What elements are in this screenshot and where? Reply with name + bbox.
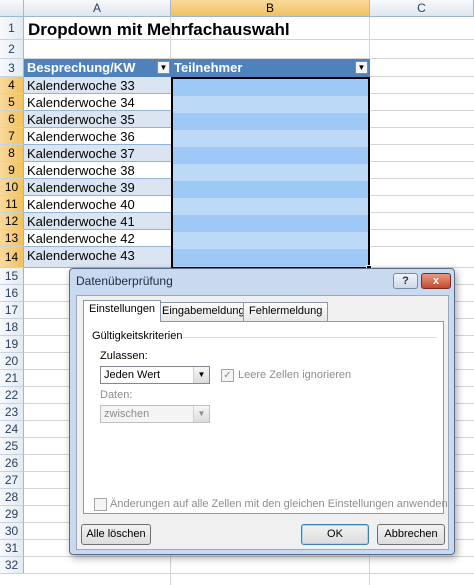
gridline-row [24, 556, 474, 557]
ok-button[interactable]: OK [301, 524, 369, 545]
week-cell[interactable]: Kalenderwoche 33 [24, 77, 171, 94]
week-cell[interactable]: Kalenderwoche 37 [24, 145, 171, 162]
dialog-body: Einstellungen Eingabemeldung Fehlermeldu… [76, 295, 449, 550]
week-cell[interactable]: Kalenderwoche 39 [24, 179, 171, 196]
row-header-15[interactable]: 15 [0, 268, 24, 285]
section-divider [182, 337, 437, 338]
selected-range-teilnehmer[interactable] [171, 77, 372, 271]
filter-dropdown-b[interactable]: ▼ [355, 61, 368, 74]
row-header-2[interactable]: 2 [0, 40, 24, 59]
column-header-c[interactable]: C [370, 0, 474, 17]
row-header-21[interactable]: 21 [0, 370, 24, 387]
row-header-19[interactable]: 19 [0, 336, 24, 353]
week-cell[interactable]: Kalenderwoche 41 [24, 213, 171, 230]
row-header-25[interactable]: 25 [0, 438, 24, 455]
row-header-9[interactable]: 9 [0, 162, 24, 179]
row-header-4[interactable]: 4 [0, 77, 24, 94]
close-button[interactable]: x [421, 273, 451, 289]
row-header-20[interactable]: 20 [0, 353, 24, 370]
select-all-corner[interactable] [0, 0, 24, 17]
allow-label: Zulassen: [100, 350, 148, 362]
row-header-28[interactable]: 28 [0, 489, 24, 506]
week-cell[interactable]: Kalenderwoche 43 [24, 247, 171, 268]
row-header-24[interactable]: 24 [0, 421, 24, 438]
row-header-31[interactable]: 31 [0, 540, 24, 557]
row-header-11[interactable]: 11 [0, 196, 24, 213]
row-header-17[interactable]: 17 [0, 302, 24, 319]
header-teilnehmer[interactable]: Teilnehmer [171, 59, 370, 77]
row-header-27[interactable]: 27 [0, 472, 24, 489]
header-besprechung-label: Besprechung/KW [27, 60, 136, 75]
row-header-8[interactable]: 8 [0, 145, 24, 162]
allow-select-value: Jeden Wert [104, 369, 161, 381]
allow-select[interactable]: Jeden Wert ▼ [100, 366, 210, 384]
row-header-22[interactable]: 22 [0, 387, 24, 404]
week-cell[interactable]: Kalenderwoche 35 [24, 111, 171, 128]
data-label: Daten: [100, 389, 133, 401]
settings-panel: Gültigkeitskriterien Zulassen: Jeden Wer… [83, 321, 448, 514]
row-header-30[interactable]: 30 [0, 523, 24, 540]
row-header-13[interactable]: 13 [0, 230, 24, 247]
triangle-down-icon: ▼ [159, 63, 168, 72]
sheet-title[interactable]: Dropdown mit Mehrfachauswahl [28, 20, 290, 40]
row-header-26[interactable]: 26 [0, 455, 24, 472]
row-header-18[interactable]: 18 [0, 319, 24, 336]
gridline-row [24, 573, 474, 574]
header-besprechung[interactable]: Besprechung/KW [24, 59, 171, 77]
row-header-16[interactable]: 16 [0, 285, 24, 302]
row-header-10[interactable]: 10 [0, 179, 24, 196]
criteria-section-label: Gültigkeitskriterien [92, 330, 183, 342]
row-header-12[interactable]: 12 [0, 213, 24, 230]
chevron-down-icon: ▼ [193, 367, 209, 383]
week-cell[interactable]: Kalenderwoche 42 [24, 230, 171, 247]
week-cell[interactable]: Kalenderwoche 36 [24, 128, 171, 145]
cancel-button[interactable]: Abbrechen [377, 524, 445, 545]
row-header-1[interactable]: 1 [0, 17, 24, 40]
data-select[interactable]: zwischen ▼ [100, 405, 210, 423]
tab-eingabemeldung[interactable]: Eingabemeldung [156, 302, 251, 321]
apply-all-label: Änderungen auf alle Zellen mit den gleic… [110, 498, 448, 510]
row-header-32[interactable]: 32 [0, 557, 24, 574]
row-header-29[interactable]: 29 [0, 506, 24, 523]
row-header-7[interactable]: 7 [0, 128, 24, 145]
spreadsheet: A B C 1 2 3 4 5 6 7 8 9 10 11 12 13 14 15 16 17 18 19 20 21 2… [0, 0, 474, 585]
data-select-value: zwischen [104, 408, 150, 420]
tab-einstellungen[interactable]: Einstellungen [83, 300, 162, 322]
week-cell[interactable]: Kalenderwoche 38 [24, 162, 171, 179]
row-header-14[interactable]: 14 [0, 247, 24, 268]
help-button[interactable]: ? [393, 273, 418, 289]
tab-fehlermeldung[interactable]: Fehlermeldung [243, 302, 329, 321]
apply-all-checkbox[interactable] [94, 498, 107, 511]
column-header-a[interactable]: A [24, 0, 171, 17]
clear-all-button[interactable]: Alle löschen [81, 524, 151, 545]
chevron-down-icon: ▼ [193, 406, 209, 422]
dialog-title: Datenüberprüfung [76, 274, 173, 288]
ignore-blank-label: Leere Zellen ignorieren [238, 369, 352, 381]
week-cell[interactable]: Kalenderwoche 34 [24, 94, 171, 111]
column-header-b[interactable]: B [171, 0, 370, 17]
filter-dropdown-a[interactable]: ▼ [157, 61, 170, 74]
header-teilnehmer-label: Teilnehmer [174, 60, 243, 75]
ignore-blank-checkbox[interactable]: ✓ [221, 369, 234, 382]
triangle-down-icon: ▼ [357, 63, 366, 72]
week-cell[interactable]: Kalenderwoche 40 [24, 196, 171, 213]
row-header-23[interactable]: 23 [0, 404, 24, 421]
row-header-5[interactable]: 5 [0, 94, 24, 111]
data-validation-dialog: Datenüberprüfung ? x Einstellungen Einga… [69, 268, 455, 555]
row-header-6[interactable]: 6 [0, 111, 24, 128]
row-header-3[interactable]: 3 [0, 59, 24, 77]
